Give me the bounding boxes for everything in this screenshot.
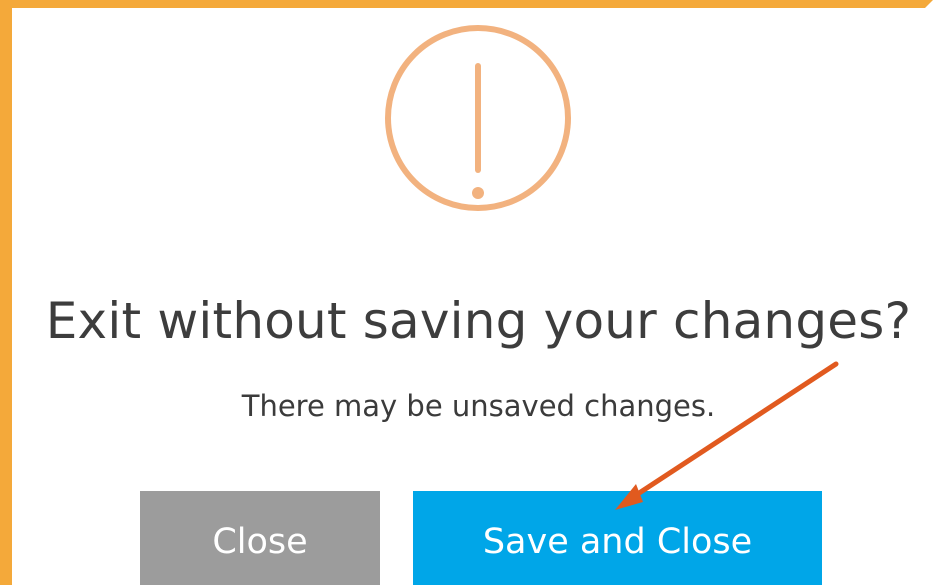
save-and-close-button-label: Save and Close <box>482 522 753 562</box>
dialog-message: There may be unsaved changes. <box>241 389 716 423</box>
close-button-label: Close <box>212 522 308 562</box>
dialog-title: Exit without saving your changes? <box>45 292 912 350</box>
exclamation-circle-icon <box>385 25 571 211</box>
close-button[interactable]: Close <box>140 491 380 585</box>
dialog-frame: Exit without saving your changes? There … <box>0 0 933 585</box>
save-and-close-button[interactable]: Save and Close <box>413 491 822 585</box>
